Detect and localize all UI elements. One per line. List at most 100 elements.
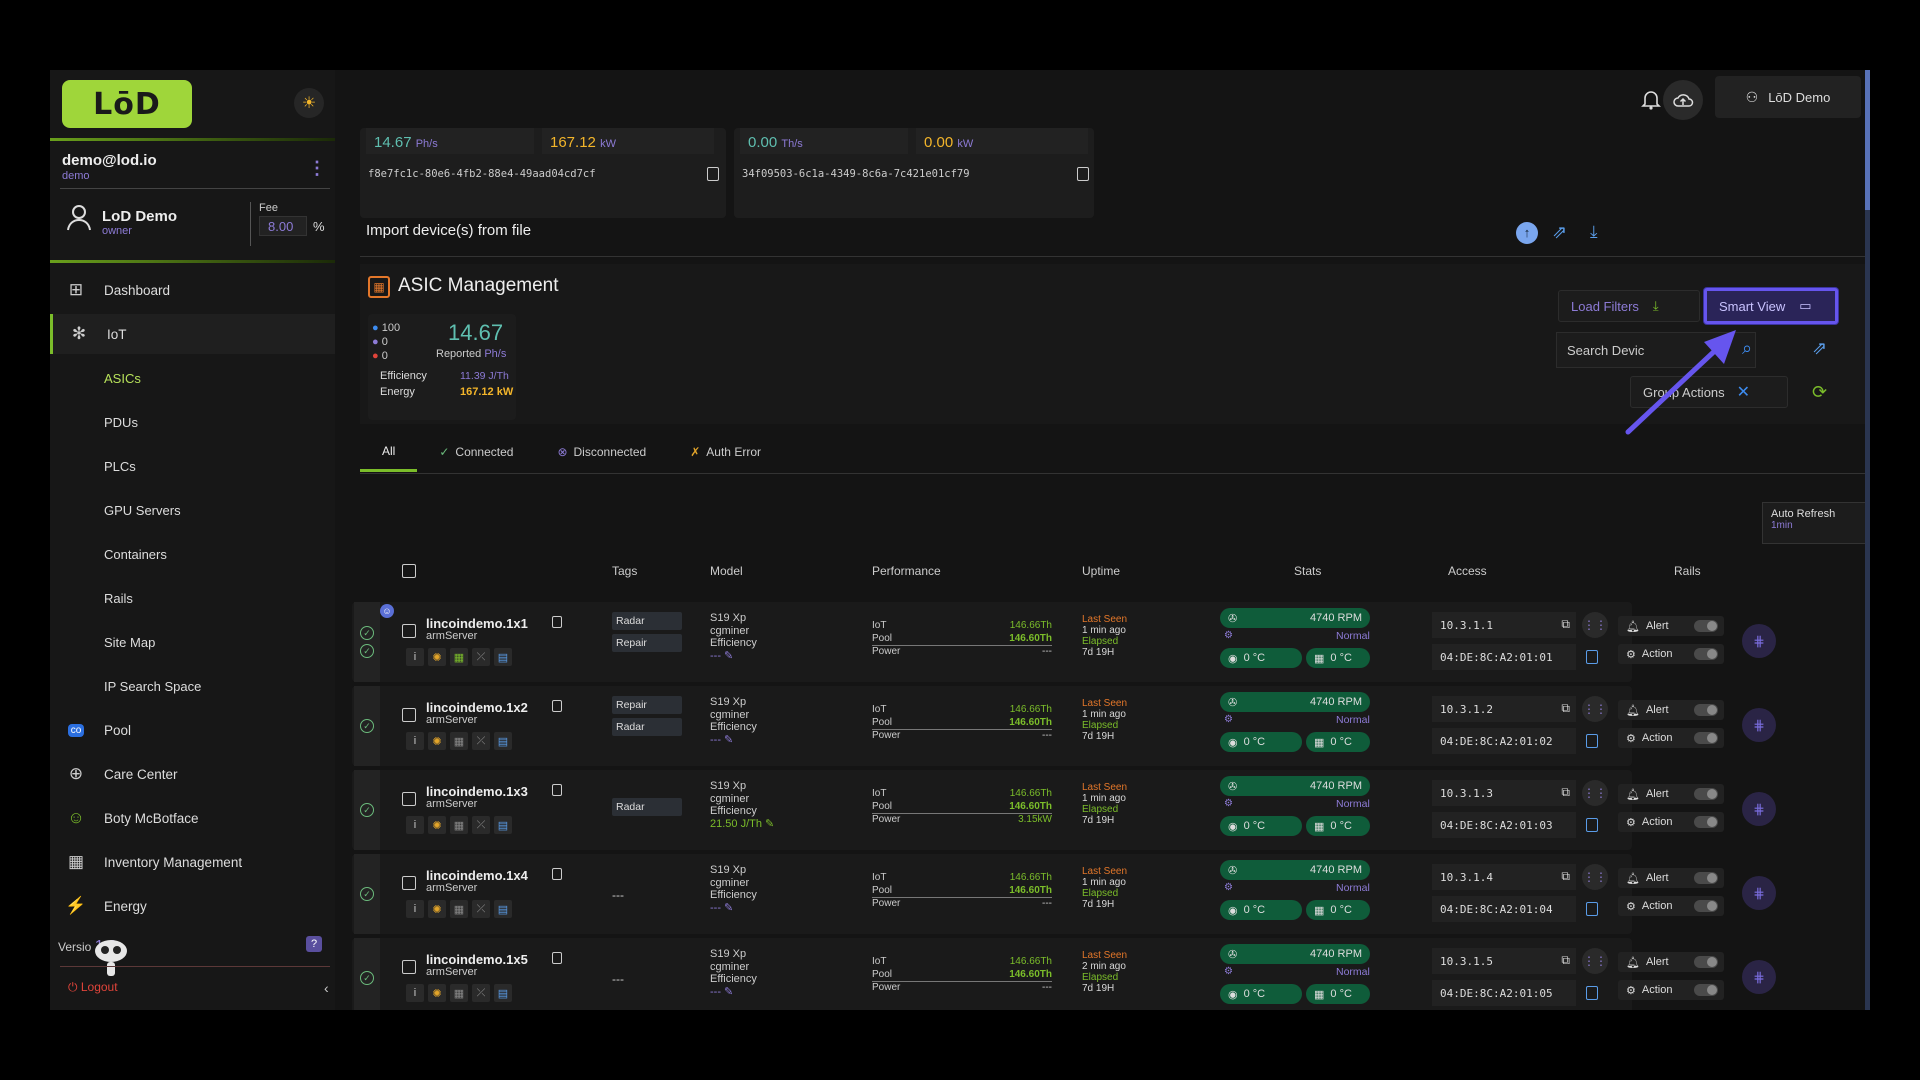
tab-disconnected[interactable]: ⊗ Disconnected [535, 432, 668, 472]
info-icon[interactable]: i [406, 816, 424, 834]
cloud-upload-icon[interactable] [1663, 80, 1703, 120]
row-checkbox[interactable] [402, 876, 416, 890]
logout-button[interactable]: ⏻ Logout [68, 980, 118, 995]
tab-all[interactable]: All [360, 432, 418, 472]
mac-address-field[interactable]: 04:DE:8C:A2:01:02 [1432, 728, 1576, 754]
device-name[interactable]: lincoindemo.1x1 [426, 616, 528, 631]
alert-toggle[interactable] [1694, 620, 1718, 632]
user-menu-button[interactable]: ⚇ LōD Demo [1715, 76, 1861, 118]
ip-address-field[interactable]: 10.3.1.4 ⧉ [1432, 864, 1576, 890]
nav-plcs[interactable]: PLCs [50, 446, 335, 486]
ip-address-field[interactable]: 10.3.1.1 ⧉ [1432, 612, 1576, 638]
layout-icon[interactable]: ▦ [450, 984, 468, 1002]
row-checkbox[interactable] [402, 624, 416, 638]
calendar-icon[interactable]: ▤ [494, 648, 512, 666]
copy-icon[interactable] [707, 167, 719, 181]
edit-icon[interactable]: ✎ [724, 650, 733, 662]
efficiency-value[interactable]: --- ✎ [710, 986, 757, 999]
table-row[interactable]: ✓ lincoindemo.1x3 armServer i ✺ ▦ ⤫ ▤ Ra… [352, 770, 1776, 850]
efficiency-value[interactable]: --- ✎ [710, 902, 757, 915]
copy-icon[interactable] [1077, 167, 1089, 181]
lod-logo[interactable]: LōD [62, 80, 192, 128]
layout-icon[interactable]: ▦ [450, 648, 468, 666]
pool-icon[interactable]: ✺ [428, 816, 446, 834]
alert-toggle[interactable] [1694, 956, 1718, 968]
copy-icon[interactable] [1586, 986, 1598, 1000]
table-row[interactable]: ✓ ✓ lincoindemo.1x1 armServer i ✺ ▦ ⤫ ▤ … [352, 602, 1776, 682]
pool-icon[interactable]: ✺ [428, 648, 446, 666]
copy-icon[interactable] [1586, 818, 1598, 832]
export-icon[interactable]: ⇗ [1812, 338, 1827, 359]
tag-chip[interactable]: Repair [612, 634, 682, 652]
fee-input[interactable]: 8.00 [259, 216, 307, 236]
mac-address-field[interactable]: 04:DE:8C:A2:01:03 [1432, 812, 1576, 838]
tag-chip[interactable]: Radar [612, 612, 682, 630]
nav-pool[interactable]: co Pool [50, 710, 335, 750]
open-external-icon[interactable]: ⧉ [1561, 953, 1570, 968]
ip-address-field[interactable]: 10.3.1.3 ⧉ [1432, 780, 1576, 806]
network-icon[interactable]: ⋮⋮ [1582, 864, 1608, 890]
pool-icon[interactable]: ✺ [428, 984, 446, 1002]
action-rail[interactable]: ⚙ Action [1618, 728, 1724, 748]
layout-icon[interactable]: ▦ [450, 900, 468, 918]
tab-auth-error[interactable]: ✗ Auth Error [668, 432, 783, 472]
bell-icon[interactable] [1640, 88, 1662, 110]
mac-address-field[interactable]: 04:DE:8C:A2:01:05 [1432, 980, 1576, 1006]
row-checkbox[interactable] [402, 960, 416, 974]
info-icon[interactable]: i [406, 648, 424, 666]
layout-icon[interactable]: ▦ [450, 816, 468, 834]
info-icon[interactable]: i [406, 984, 424, 1002]
copy-icon[interactable] [1586, 902, 1598, 916]
open-external-icon[interactable]: ⧉ [1561, 617, 1570, 632]
calendar-icon[interactable]: ▤ [494, 816, 512, 834]
action-toggle[interactable] [1694, 648, 1718, 660]
rails-config-button[interactable]: ⋕ [1742, 960, 1776, 994]
tag-chip[interactable]: Radar [612, 718, 682, 736]
device-name[interactable]: lincoindemo.1x2 [426, 700, 528, 715]
ip-address-field[interactable]: 10.3.1.5 ⧉ [1432, 948, 1576, 974]
action-rail[interactable]: ⚙ Action [1618, 896, 1724, 916]
efficiency-value[interactable]: --- ✎ [710, 650, 757, 663]
copy-icon[interactable] [552, 868, 562, 880]
tools-off-icon[interactable]: ⤫ [472, 984, 490, 1002]
edit-icon[interactable]: ✎ [724, 734, 733, 746]
tools-off-icon[interactable]: ⤫ [472, 816, 490, 834]
efficiency-value[interactable]: --- ✎ [710, 734, 757, 747]
open-external-icon[interactable]: ⧉ [1561, 869, 1570, 884]
alert-rail[interactable]: 🔔︎ Alert [1618, 868, 1724, 888]
mac-address-field[interactable]: 04:DE:8C:A2:01:01 [1432, 644, 1576, 670]
action-toggle[interactable] [1694, 984, 1718, 996]
layout-icon[interactable]: ▦ [450, 732, 468, 750]
nav-gpu-servers[interactable]: GPU Servers [50, 490, 335, 530]
load-filters-button[interactable]: Load Filters ⤓ [1558, 290, 1700, 322]
nav-iot[interactable]: ✻ IoT [50, 314, 335, 354]
alert-rail[interactable]: 🔔︎ Alert [1618, 616, 1724, 636]
rails-config-button[interactable]: ⋕ [1742, 876, 1776, 910]
action-rail[interactable]: ⚙ Action [1618, 812, 1724, 832]
alert-toggle[interactable] [1694, 872, 1718, 884]
mac-address-field[interactable]: 04:DE:8C:A2:01:04 [1432, 896, 1576, 922]
copy-icon[interactable] [552, 952, 562, 964]
action-toggle[interactable] [1694, 816, 1718, 828]
edit-icon[interactable]: ✎ [724, 986, 733, 998]
page-scrollbar[interactable] [1865, 70, 1870, 1010]
tools-off-icon[interactable]: ⤫ [472, 648, 490, 666]
nav-rails[interactable]: Rails [50, 578, 335, 618]
table-row[interactable]: ✓ lincoindemo.1x5 armServer i ✺ ▦ ⤫ ▤ --… [352, 938, 1776, 1010]
calendar-icon[interactable]: ▤ [494, 984, 512, 1002]
action-rail[interactable]: ⚙ Action [1618, 980, 1724, 1000]
share-icon[interactable]: ⇗ [1552, 222, 1567, 243]
copy-icon[interactable] [552, 784, 562, 796]
copy-icon[interactable] [552, 700, 562, 712]
smart-view-button[interactable]: Smart View ▭ [1704, 288, 1838, 324]
open-external-icon[interactable]: ⧉ [1561, 785, 1570, 800]
alert-toggle[interactable] [1694, 788, 1718, 800]
device-name[interactable]: lincoindemo.1x4 [426, 868, 528, 883]
robot-mascot-icon[interactable] [88, 935, 134, 981]
nav-containers[interactable]: Containers [50, 534, 335, 574]
alert-toggle[interactable] [1694, 704, 1718, 716]
nav-care-center[interactable]: ⊕ Care Center [50, 754, 335, 794]
nav-energy[interactable]: ⚡ Energy [50, 886, 335, 926]
edit-icon[interactable]: ✎ [765, 818, 774, 830]
pool-icon[interactable]: ✺ [428, 900, 446, 918]
